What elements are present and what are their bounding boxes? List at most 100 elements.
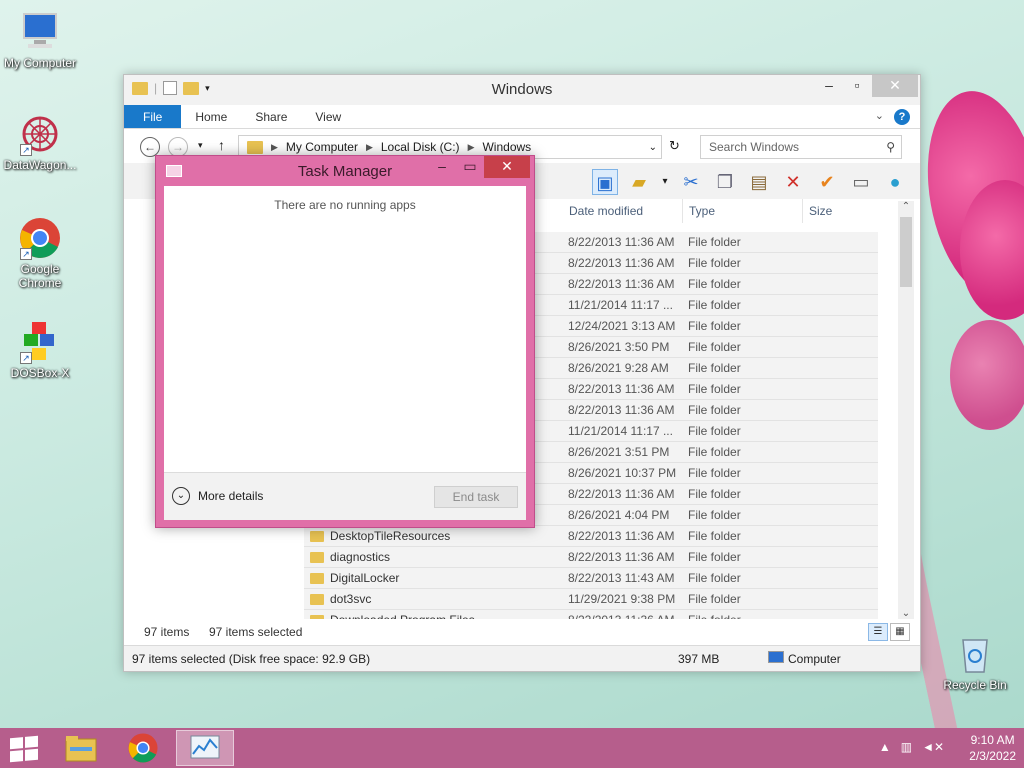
row-date: 8/22/2013 11:36 AM: [568, 382, 675, 396]
end-task-button[interactable]: End task: [434, 486, 518, 508]
table-row[interactable]: DesktopTileResources 8/22/2013 11:36 AM Fi…: [304, 526, 878, 547]
status-bar-inner: 97 items 97 items selected ☰ ▦: [124, 619, 920, 645]
desktop-icon-recycle-bin[interactable]: Recycle Bin: [935, 632, 1015, 692]
shortcut-arrow-icon: ↗: [20, 352, 32, 364]
computer-icon: [768, 651, 784, 663]
taskbar-chrome[interactable]: [114, 730, 172, 766]
row-name-text: DesktopTileResources: [330, 529, 451, 543]
back-icon[interactable]: ←: [140, 137, 160, 157]
breadcrumb-windows[interactable]: Windows: [482, 140, 531, 154]
column-type[interactable]: Type: [683, 199, 803, 223]
maximize-button[interactable]: ▫: [843, 75, 871, 97]
recent-dropdown-icon[interactable]: ▾: [198, 140, 203, 151]
desktop-icon-dosbox-x[interactable]: ↗ DOSBox-X: [0, 320, 80, 380]
details-view-icon[interactable]: ☰: [868, 623, 888, 641]
network-icon[interactable]: ▥: [901, 740, 912, 754]
more-details-button[interactable]: ⌄ More details: [172, 487, 263, 505]
window-title: Windows: [491, 81, 553, 98]
computer-icon: [18, 10, 62, 54]
task-manager-footer: ⌄ More details End task: [164, 472, 526, 520]
row-date: 11/21/2014 11:17 ...: [568, 298, 673, 312]
row-date: 8/26/2021 3:51 PM: [568, 445, 670, 459]
row-type: File folder: [688, 508, 741, 522]
tab-home[interactable]: Home: [181, 105, 241, 128]
row-name: DigitalLocker: [304, 571, 562, 585]
scroll-thumb[interactable]: [900, 217, 912, 287]
taskbar-file-explorer[interactable]: [52, 730, 110, 766]
chrome-icon: [128, 733, 158, 763]
search-input[interactable]: Search Windows ⚲: [700, 135, 902, 159]
forward-icon[interactable]: →: [168, 137, 188, 157]
delete-icon[interactable]: ✕: [780, 169, 806, 195]
address-dropdown-icon[interactable]: ⌄: [649, 142, 657, 153]
task-manager-title-bar[interactable]: Task Manager – ▭ ✕: [156, 156, 534, 186]
row-type: File folder: [688, 382, 741, 396]
location-status: Computer: [788, 652, 841, 666]
breadcrumb-local-disk[interactable]: Local Disk (C:): [381, 140, 460, 154]
close-button[interactable]: ✕: [484, 156, 530, 178]
start-button[interactable]: [10, 735, 38, 763]
explorer-title-bar[interactable]: | ▾ Windows – ▫ ✕: [124, 75, 920, 105]
breadcrumb-my-computer[interactable]: My Computer: [286, 140, 358, 154]
ribbon-tabs: File Home Share View ⌄ ?: [124, 105, 920, 129]
row-type: File folder: [688, 487, 741, 501]
row-type: File folder: [688, 550, 741, 564]
shortcut-arrow-icon: ↗: [20, 248, 32, 260]
paste-icon[interactable]: ▤: [746, 169, 772, 195]
table-row[interactable]: DigitalLocker 8/22/2013 11:43 AM File fold…: [304, 568, 878, 589]
scroll-down-icon[interactable]: ⌄: [898, 608, 914, 619]
desktop-icon-label: DataWagon...: [3, 158, 77, 172]
row-type: File folder: [688, 529, 741, 543]
table-row[interactable]: dot3svc 11/29/2021 9:38 PM File folder: [304, 589, 878, 610]
copy-icon[interactable]: ❐: [712, 169, 738, 195]
desktop-icon-google-chrome[interactable]: ↗ Google Chrome: [0, 216, 80, 290]
cut-icon[interactable]: ✂: [678, 169, 704, 195]
maximize-button[interactable]: ▭: [456, 156, 484, 178]
vertical-scrollbar[interactable]: ⌃ ⌄: [898, 201, 914, 619]
folder-options-icon[interactable]: ▰: [626, 169, 652, 195]
checkmark-icon[interactable]: ✔: [814, 169, 840, 195]
desktop-icon-my-computer[interactable]: My Computer: [0, 10, 80, 70]
minimize-button[interactable]: –: [428, 156, 456, 178]
up-icon[interactable]: ↑: [218, 137, 225, 153]
show-hidden-icons-icon[interactable]: ▲: [879, 740, 891, 754]
task-manager-window[interactable]: Task Manager – ▭ ✕ There are no running …: [155, 155, 535, 528]
row-type: File folder: [688, 592, 741, 606]
taskbar: ▲ ▥ ◄✕ 9:10 AM 2/3/2022: [0, 728, 1024, 768]
row-date: 8/26/2021 4:04 PM: [568, 508, 670, 522]
close-button[interactable]: ✕: [872, 75, 918, 97]
search-placeholder: Search Windows: [709, 140, 800, 154]
recycle-bin-icon: [953, 632, 997, 676]
tab-view[interactable]: View: [301, 105, 355, 128]
globe-icon[interactable]: ●: [882, 169, 908, 195]
clock-time: 9:10 AM: [970, 733, 1015, 747]
desktop-icon-datawagon[interactable]: ↗ DataWagon...: [0, 112, 80, 172]
row-type: File folder: [688, 298, 741, 312]
column-size[interactable]: Size: [803, 199, 883, 223]
clock[interactable]: 9:10 AM 2/3/2022: [969, 732, 1016, 764]
preview-pane-icon[interactable]: ▣: [592, 169, 618, 195]
table-row[interactable]: diagnostics 8/22/2013 11:36 AM File folder: [304, 547, 878, 568]
tab-file[interactable]: File: [124, 105, 182, 128]
row-name: diagnostics: [304, 550, 562, 564]
minimize-button[interactable]: –: [815, 75, 843, 97]
system-tray: ▲ ▥ ◄✕: [879, 740, 944, 754]
folder-icon: [310, 572, 324, 584]
column-date-modified[interactable]: Date modified: [563, 199, 683, 223]
row-date: 8/22/2013 11:43 AM: [568, 571, 675, 585]
scroll-up-icon[interactable]: ⌃: [898, 201, 914, 212]
help-icon[interactable]: ?: [894, 109, 910, 125]
tab-share[interactable]: Share: [241, 105, 301, 128]
volume-muted-icon[interactable]: ◄✕: [922, 740, 944, 754]
selection-status: 97 items selected (Disk free space: 92.9…: [132, 652, 371, 666]
large-icons-view-icon[interactable]: ▦: [890, 623, 910, 641]
row-type: File folder: [688, 361, 741, 375]
dropdown-icon[interactable]: ▾: [660, 169, 670, 195]
refresh-icon[interactable]: ↻: [669, 138, 680, 154]
desktop-icon-label: My Computer: [3, 56, 77, 70]
expand-ribbon-icon[interactable]: ⌄: [875, 109, 884, 122]
taskbar-task-manager[interactable]: [176, 730, 234, 766]
row-type: File folder: [688, 340, 741, 354]
rename-icon[interactable]: ▭: [848, 169, 874, 195]
folder-icon: [247, 140, 263, 154]
